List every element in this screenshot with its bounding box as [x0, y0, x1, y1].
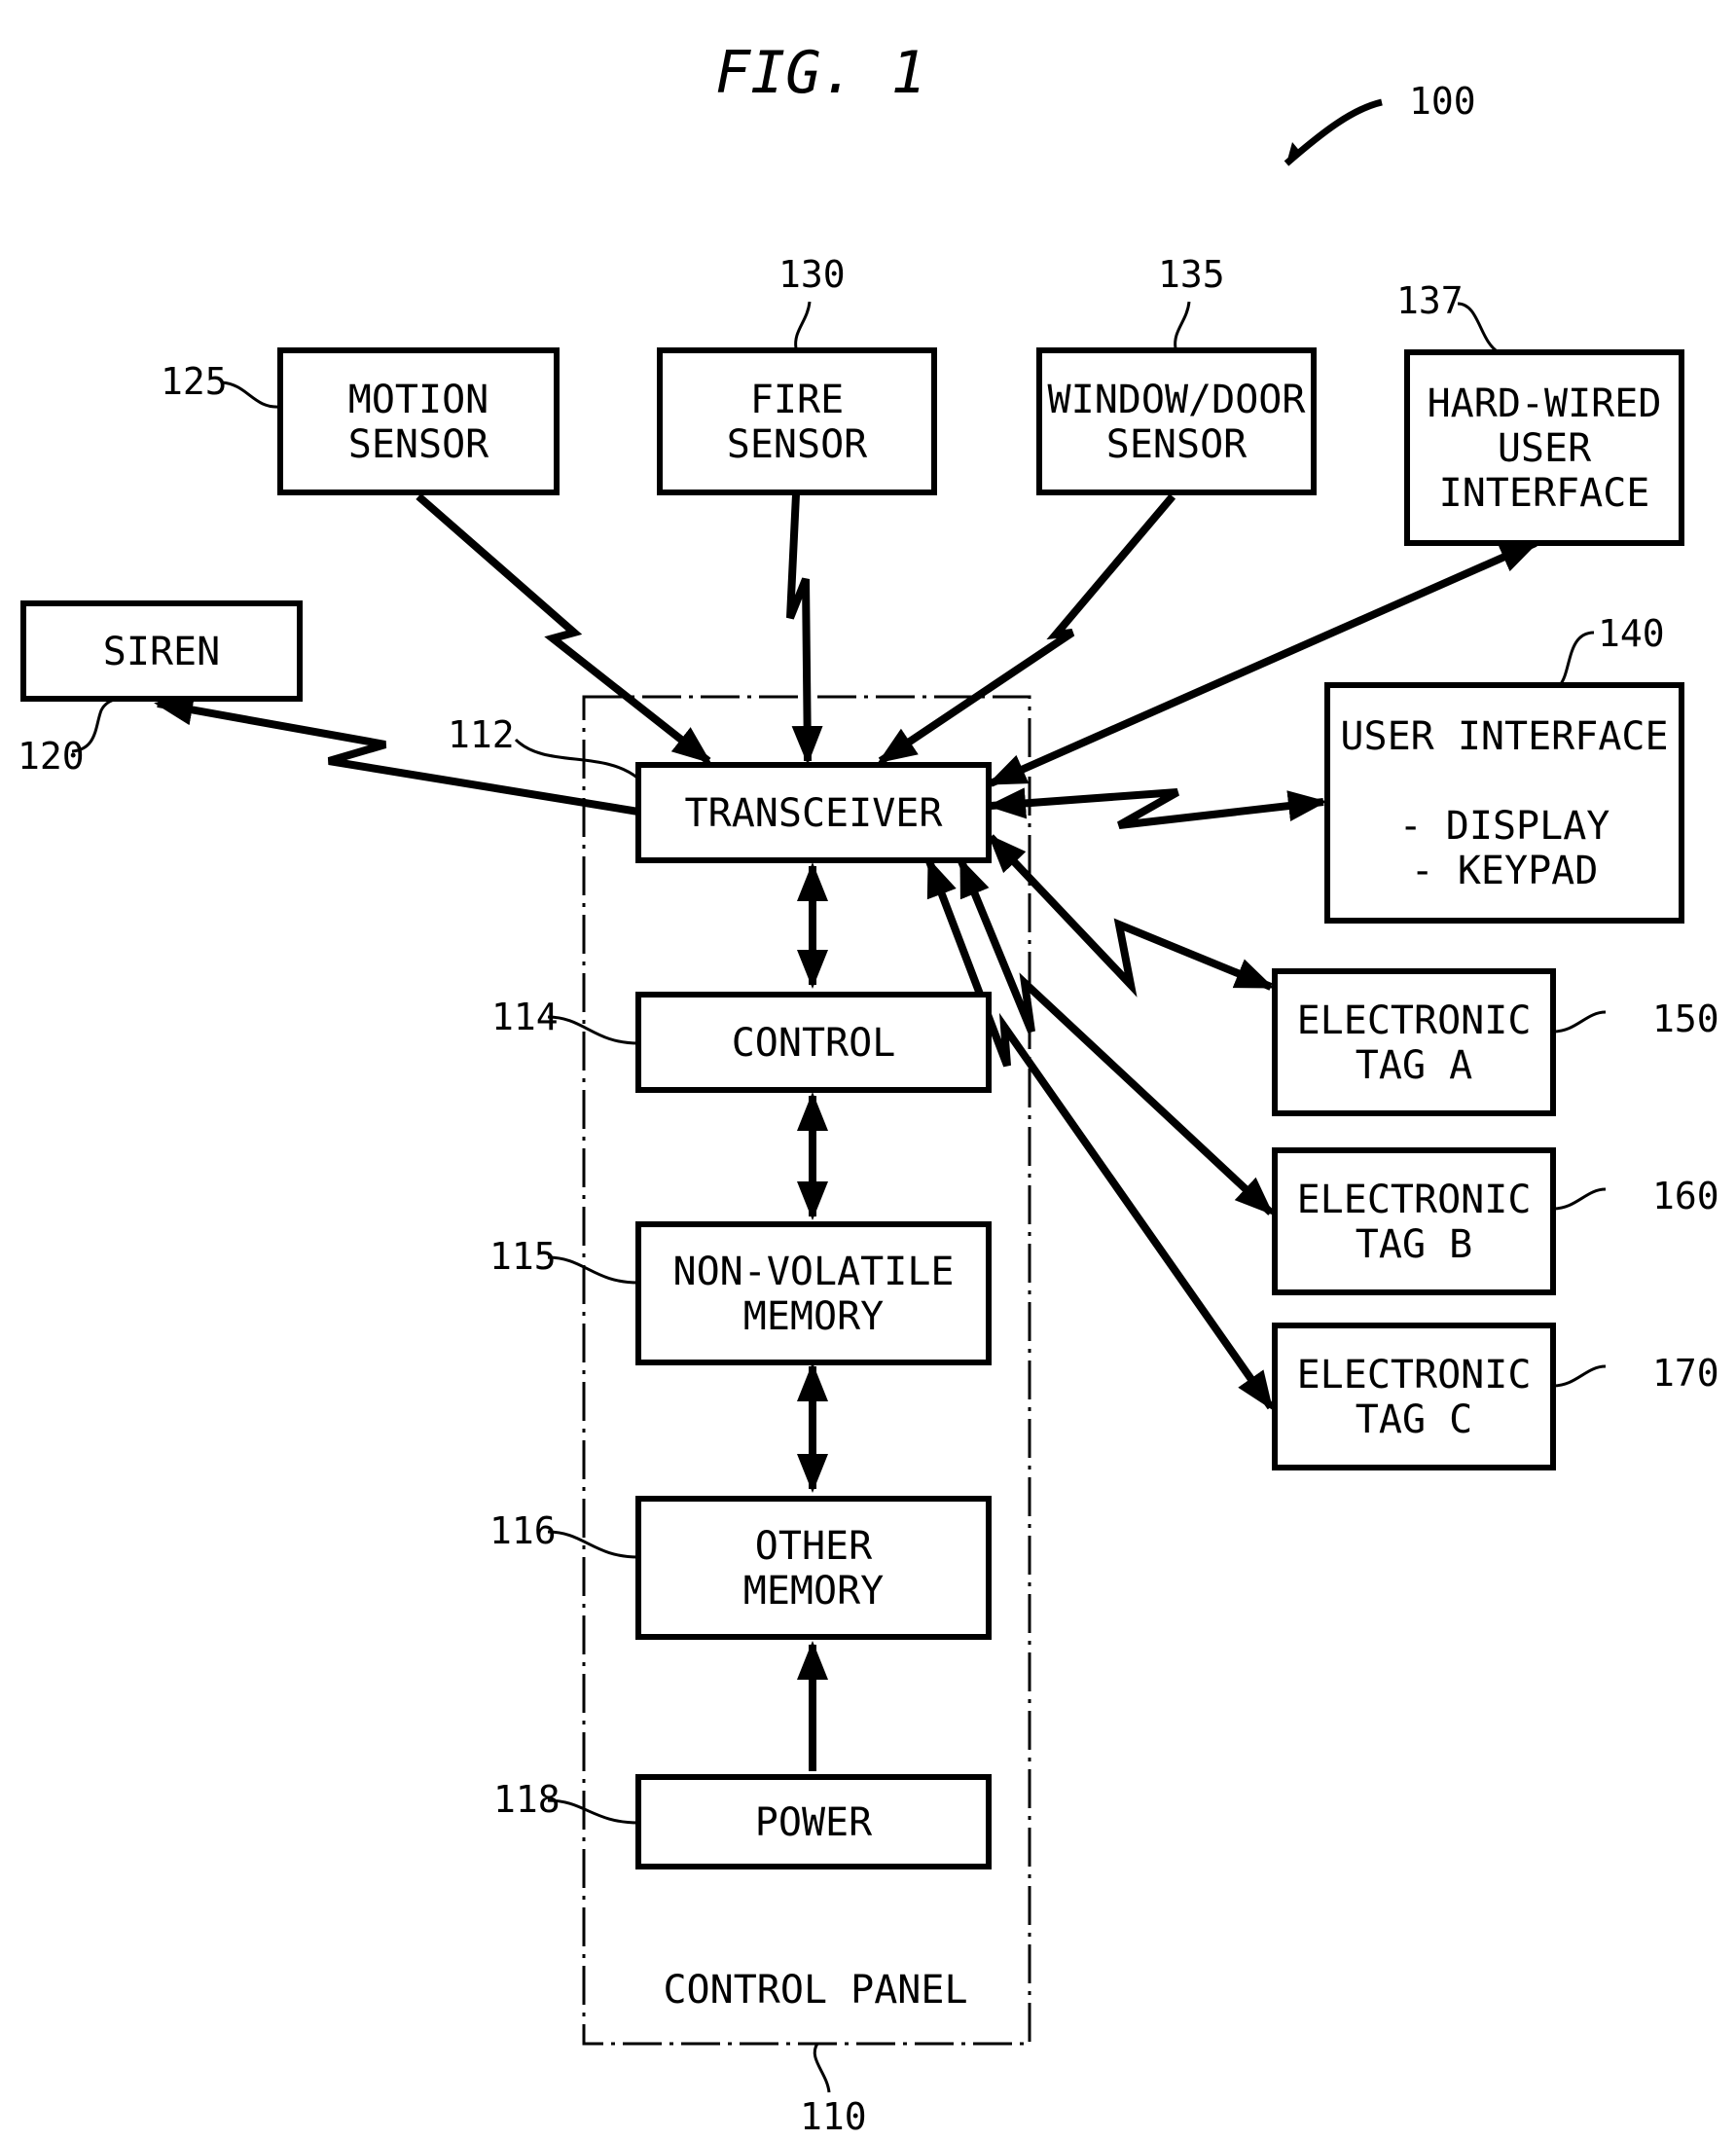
control-panel-ref: 110 [800, 2095, 867, 2138]
electronic-tag-b-label-line: TAG B [1356, 1222, 1472, 1267]
siren-label-line: SIREN [103, 630, 220, 674]
hard-wired-user-interface-leader-line [1457, 302, 1500, 354]
electronic-tag-b-reference-numeral: 160 [1652, 1175, 1719, 1217]
connection-fire-sensor-to-transceiver [786, 493, 823, 765]
other-memory-reference-numeral: 116 [489, 1509, 557, 1552]
motion-sensor-label-line: MOTION [348, 378, 489, 422]
electronic-tag-a-label-line: TAG A [1356, 1043, 1472, 1088]
motion-sensor-label-line: SENSOR [348, 422, 489, 467]
motion-sensor-leader-line [221, 381, 281, 409]
power-label-line: POWER [755, 1800, 873, 1845]
control-panel-leader [813, 2043, 831, 2093]
non-volatile-memory-leader-line [547, 1255, 639, 1285]
user-interface-reference-numeral: 140 [1598, 612, 1665, 655]
connection-user-interface-to-transceiver [987, 787, 1327, 829]
transceiver-block: TRANSCEIVER [635, 762, 992, 863]
fire-sensor-label-line: FIRE [750, 378, 844, 422]
non-volatile-memory-reference-numeral: 115 [489, 1235, 557, 1278]
fire-sensor-reference-numeral: 130 [778, 253, 846, 296]
hard-wired-user-interface-label-line: HARD-WIRED [1428, 381, 1662, 426]
window-door-sensor-label-line: WINDOW/DOOR [1048, 378, 1307, 422]
window-door-sensor-leader-line [1174, 301, 1191, 349]
electronic-tag-c-reference-numeral: 170 [1652, 1352, 1719, 1395]
siren-block: SIREN [20, 600, 303, 702]
electronic-tag-a-leader-line [1552, 1010, 1607, 1034]
other-memory-label-line: OTHER [755, 1524, 873, 1569]
electronic-tag-a-block: ELECTRONICTAG A [1272, 968, 1556, 1116]
power-leader-line [547, 1798, 639, 1825]
control-block: CONTROL [635, 992, 992, 1093]
non-volatile-memory-label-line: NON-VOLATILE [673, 1250, 955, 1294]
hard-wired-user-interface-label-line: USER [1498, 426, 1592, 471]
fire-sensor-block: FIRESENSOR [657, 347, 937, 495]
electronic-tag-a-label-line: ELECTRONIC [1297, 998, 1532, 1043]
electronic-tag-c-label-line: TAG C [1356, 1397, 1472, 1442]
connection-transceiver-to-tag-a [988, 834, 1275, 998]
other-memory-leader-line [547, 1530, 639, 1559]
hard-wired-user-interface-label-line: INTERFACE [1439, 471, 1650, 516]
motion-sensor-block: MOTIONSENSOR [277, 347, 560, 495]
control-reference-numeral: 114 [491, 996, 559, 1038]
electronic-tag-b-leader-line [1552, 1187, 1607, 1211]
transceiver-reference-numeral: 112 [448, 713, 515, 756]
other-memory-block: OTHERMEMORY [635, 1496, 992, 1640]
electronic-tag-b-block: ELECTRONICTAG B [1272, 1147, 1556, 1295]
control-label-line: CONTROL [732, 1021, 896, 1066]
transceiver-leader-line [514, 738, 639, 780]
fire-sensor-label-line: SENSOR [727, 422, 868, 467]
electronic-tag-c-label-line: ELECTRONIC [1297, 1353, 1532, 1397]
user-interface-block: USER INTERFACE - DISPLAY- KEYPAD [1324, 682, 1684, 924]
non-volatile-memory-block: NON-VOLATILEMEMORY [635, 1221, 992, 1365]
window-door-sensor-reference-numeral: 135 [1158, 253, 1225, 296]
system-reference: 100 [1284, 80, 1476, 166]
user-interface-leader-line [1558, 631, 1595, 686]
power-reference-numeral: 118 [493, 1778, 561, 1821]
window-door-sensor-block: WINDOW/DOORSENSOR [1036, 347, 1317, 495]
figure-title: FIG. 1 [715, 39, 926, 107]
motion-sensor-reference-numeral: 125 [161, 360, 228, 403]
transceiver-label-line: TRANSCEIVER [685, 791, 944, 836]
block-diagram: FIG. 1 100 CONTROL PANEL 110 TRANSCEIVER… [18, 39, 1719, 2138]
control-panel-label: CONTROL PANEL [663, 1968, 967, 2013]
siren-reference-numeral: 120 [18, 735, 85, 778]
electronic-tag-b-label-line: ELECTRONIC [1297, 1178, 1532, 1222]
control-leader-line [547, 1015, 639, 1045]
user-interface-label-line: - DISPLAY [1399, 804, 1610, 849]
user-interface-label-line: - KEYPAD [1411, 849, 1599, 893]
electronic-tag-c-block: ELECTRONICTAG C [1272, 1323, 1556, 1470]
hard-wired-user-interface-reference-numeral: 137 [1396, 279, 1464, 322]
hard-wired-user-interface-block: HARD-WIREDUSERINTERFACE [1404, 349, 1684, 546]
window-door-sensor-label-line: SENSOR [1106, 422, 1248, 467]
non-volatile-memory-label-line: MEMORY [743, 1294, 885, 1339]
electronic-tag-a-reference-numeral: 150 [1652, 998, 1719, 1040]
fire-sensor-leader-line [794, 301, 812, 349]
user-interface-label-line: USER INTERFACE [1340, 714, 1668, 759]
power-block: POWER [635, 1774, 992, 1869]
electronic-tag-c-leader-line [1552, 1364, 1607, 1388]
other-memory-label-line: MEMORY [743, 1569, 885, 1614]
system-reference-label: 100 [1409, 80, 1476, 123]
